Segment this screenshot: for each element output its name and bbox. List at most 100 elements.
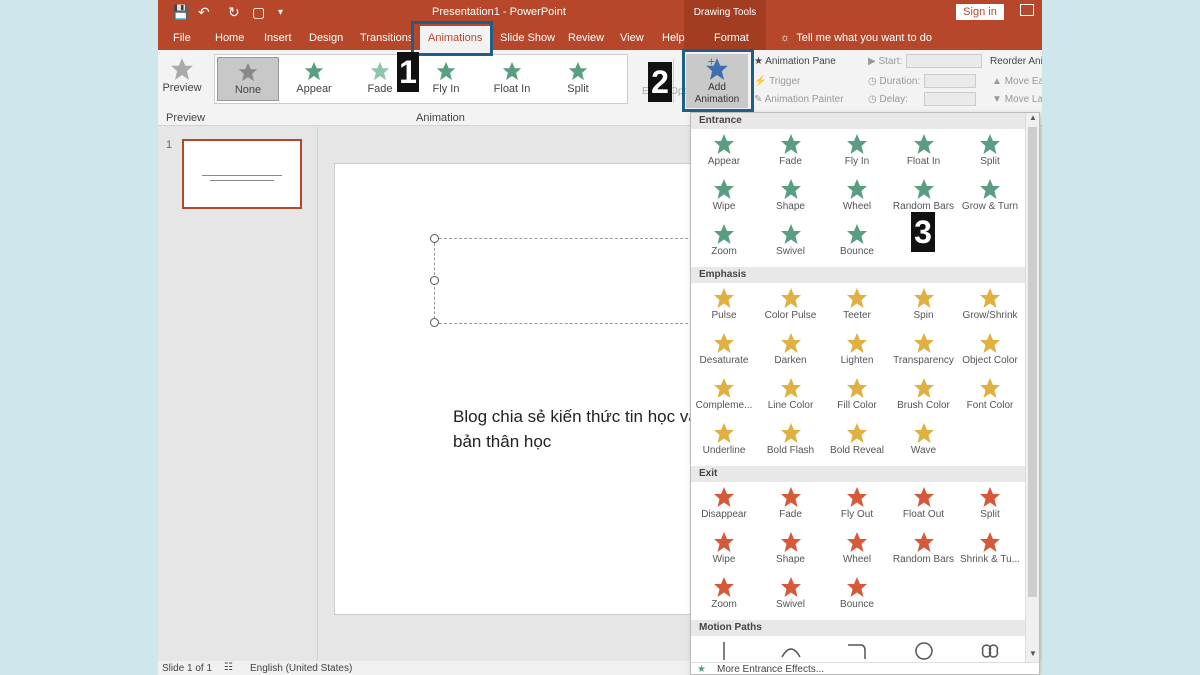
resize-handle[interactable] [430, 318, 439, 327]
language-status[interactable]: English (United States) [250, 663, 352, 674]
move-later-button[interactable]: ▼ Move Later [992, 94, 1042, 105]
tab-file[interactable]: File [173, 26, 191, 50]
effect-disappear[interactable]: Disappear [691, 484, 757, 528]
effect-bounce[interactable]: Bounce [824, 574, 890, 618]
effect-line-color[interactable]: Line Color [758, 375, 824, 419]
fly-in-star-icon [435, 60, 457, 82]
sign-in-button[interactable]: Sign in [956, 4, 1004, 20]
effect-font-color[interactable]: Font Color [957, 375, 1023, 419]
effect-split[interactable]: Split [957, 131, 1023, 175]
effect-shape[interactable]: Shape [758, 176, 824, 220]
scroll-up-icon[interactable]: ▲ [1029, 113, 1037, 122]
effect-appear[interactable]: Appear [691, 131, 757, 175]
effect-lighten[interactable]: Lighten [824, 330, 890, 374]
effect-shape[interactable]: Shape [758, 529, 824, 573]
gallery-float-in[interactable]: Float In [481, 57, 543, 101]
tab-review[interactable]: Review [568, 26, 604, 50]
notes-icon[interactable]: ☷ [224, 662, 233, 673]
effect-float-out[interactable]: Float Out [891, 484, 957, 528]
effect-pulse[interactable]: Pulse [691, 285, 757, 329]
tab-insert[interactable]: Insert [264, 26, 292, 50]
tab-format[interactable]: Format [714, 26, 749, 50]
effect-grow-turn[interactable]: Grow & Turn [957, 176, 1023, 220]
scroll-thumb[interactable] [1028, 127, 1037, 597]
effect-wipe[interactable]: Wipe [691, 529, 757, 573]
effect-bold-flash[interactable]: Bold Flash [758, 420, 824, 464]
effect-bounce[interactable]: Bounce [824, 221, 890, 265]
customize-qat-icon[interactable]: ▾ [278, 7, 283, 18]
effect-star-icon [712, 331, 736, 355]
trigger-button[interactable]: ⚡ Trigger [754, 76, 800, 87]
slide-thumbnail[interactable] [182, 139, 302, 209]
effect-star-icon [779, 575, 803, 599]
save-icon[interactable]: 💾 [172, 4, 189, 21]
effect-fly-in[interactable]: Fly In [824, 131, 890, 175]
restore-window-icon[interactable] [1020, 4, 1034, 16]
effect-fade[interactable]: Fade [758, 484, 824, 528]
more-effects-star-icon: ★ [697, 663, 706, 675]
duration-input[interactable] [924, 74, 976, 88]
add-animation-highlight [682, 49, 754, 112]
undo-icon[interactable]: ↶ [198, 4, 210, 21]
delay-input[interactable] [924, 92, 976, 106]
effect-shrink-tu[interactable]: Shrink & Tu... [957, 529, 1023, 573]
effect-fade[interactable]: Fade [758, 131, 824, 175]
start-from-beginning-icon[interactable]: ▢ [252, 4, 265, 21]
effect-star-icon [845, 530, 869, 554]
scroll-down-icon[interactable]: ▼ [1029, 649, 1037, 658]
more-entrance-effects[interactable]: ★ More Entrance Effects... [691, 662, 1039, 675]
start-text: Start: [878, 56, 902, 67]
effect-underline[interactable]: Underline [691, 420, 757, 464]
effect-darken[interactable]: Darken [758, 330, 824, 374]
tab-home[interactable]: Home [215, 26, 244, 50]
effect-grow-shrink[interactable]: Grow/Shrink [957, 285, 1023, 329]
effect-random-bars[interactable]: Random Bars [891, 529, 957, 573]
effect-compleme[interactable]: Compleme... [691, 375, 757, 419]
effect-zoom[interactable]: Zoom [691, 574, 757, 618]
effect-bold-reveal[interactable]: Bold Reveal [824, 420, 890, 464]
effect-wheel[interactable]: Wheel [824, 529, 890, 573]
effect-split[interactable]: Split [957, 484, 1023, 528]
effect-fly-out[interactable]: Fly Out [824, 484, 890, 528]
effect-fill-color[interactable]: Fill Color [824, 375, 890, 419]
effect-wheel[interactable]: Wheel [824, 176, 890, 220]
tab-transitions[interactable]: Transitions [360, 26, 413, 50]
effect-wave[interactable]: Wave [891, 420, 957, 464]
effect-desaturate[interactable]: Desaturate [691, 330, 757, 374]
effect-zoom[interactable]: Zoom [691, 221, 757, 265]
effect-float-in[interactable]: Float In [891, 131, 957, 175]
effect-brush-color[interactable]: Brush Color [891, 375, 957, 419]
gallery-fly-in[interactable]: Fly In [415, 57, 477, 101]
effect-label: Fly Out [824, 509, 890, 520]
effect-swivel[interactable]: Swivel [758, 221, 824, 265]
motion-path-icon [845, 639, 869, 663]
resize-handle[interactable] [430, 234, 439, 243]
redo-icon[interactable]: ↻ [228, 4, 240, 21]
start-dropdown[interactable] [906, 54, 982, 68]
effect-teeter[interactable]: Teeter [824, 285, 890, 329]
animation-group-label: Animation [416, 112, 465, 124]
gallery-appear[interactable]: Appear [283, 57, 345, 101]
dropdown-scrollbar[interactable]: ▲ ▼ [1025, 113, 1039, 662]
effect-color-pulse[interactable]: Color Pulse [758, 285, 824, 329]
effect-wipe[interactable]: Wipe [691, 176, 757, 220]
move-earlier-button[interactable]: ▲ Move Earlier [992, 76, 1042, 87]
gallery-split[interactable]: Split [547, 57, 609, 101]
tell-me-box[interactable]: ☼ Tell me what you want to do [780, 26, 932, 50]
gallery-none[interactable]: None [217, 57, 279, 101]
tab-slide-show[interactable]: Slide Show [500, 26, 555, 50]
effect-object-color[interactable]: Object Color [957, 330, 1023, 374]
effect-label: Desaturate [691, 355, 757, 366]
effect-transparency[interactable]: Transparency [891, 330, 957, 374]
tab-view[interactable]: View [620, 26, 644, 50]
effect-swivel[interactable]: Swivel [758, 574, 824, 618]
animation-pane-button[interactable]: ★ Animation Pane [754, 56, 836, 67]
resize-handle[interactable] [430, 276, 439, 285]
powerpoint-window: 💾 ↶ ↻ ▢ ▾ Presentation1 - PowerPoint Dra… [158, 0, 1042, 675]
animation-painter-button[interactable]: ✎ Animation Painter [754, 94, 844, 105]
tab-help[interactable]: Help [662, 26, 685, 50]
tab-design[interactable]: Design [309, 26, 343, 50]
effect-label: Fade [758, 509, 824, 520]
effect-spin[interactable]: Spin [891, 285, 957, 329]
preview-button[interactable]: Preview [162, 54, 202, 108]
